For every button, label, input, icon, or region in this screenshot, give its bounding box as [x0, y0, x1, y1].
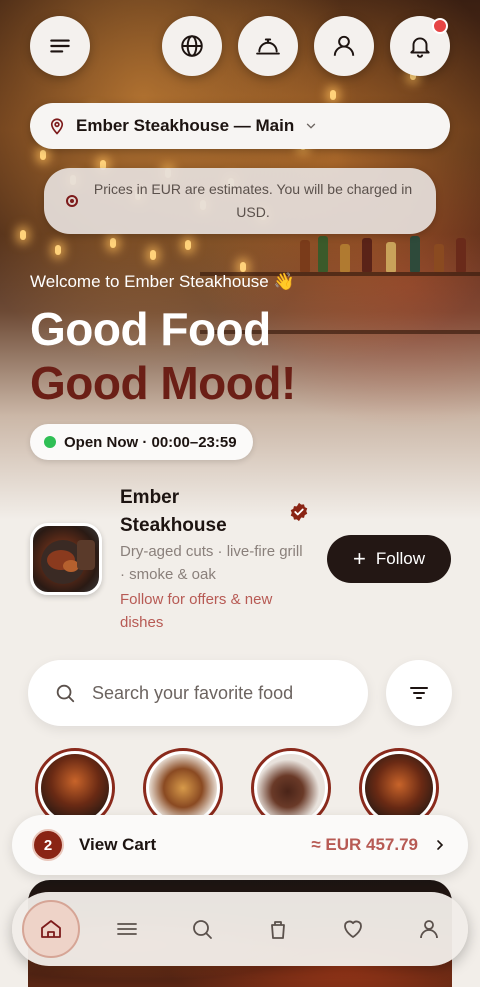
- view-cart-label: View Cart: [79, 835, 157, 854]
- location-selector[interactable]: Ember Steakhouse — Main: [30, 103, 450, 149]
- menu-button[interactable]: [30, 16, 90, 76]
- follow-label: Follow: [375, 549, 425, 568]
- heart-icon: [344, 920, 363, 938]
- location-pin-icon: [50, 118, 64, 135]
- open-status-dot: [44, 436, 56, 448]
- currency-notice-text: Prices in EUR are estimates. You will be…: [93, 181, 413, 220]
- restaurant-description: Dry-aged cuts · live-fire grill · smoke …: [120, 543, 303, 583]
- search-input[interactable]: Search your favorite food: [28, 660, 368, 726]
- view-cart-bar[interactable]: 2 View Cart ≈ EUR 457.79: [12, 815, 468, 875]
- nav-profile[interactable]: [400, 900, 458, 958]
- account-button[interactable]: [314, 16, 374, 76]
- info-dot-icon: [66, 195, 78, 207]
- nav-favorites[interactable]: [324, 900, 382, 958]
- bottom-navigation: [12, 892, 468, 966]
- verified-badge-icon: [290, 502, 308, 522]
- open-hours-text: Open Now · 00:00–23:59: [64, 433, 237, 451]
- follow-button[interactable]: + Follow: [327, 535, 451, 583]
- filter-button[interactable]: [386, 660, 452, 726]
- search-icon: [193, 920, 213, 939]
- user-icon: [420, 920, 438, 939]
- category-steak-fries-image: [149, 754, 217, 822]
- category-grill-image: [41, 754, 109, 822]
- chevron-down-icon: [307, 123, 316, 129]
- welcome-text: Welcome to Ember Steakhouse 👋: [30, 272, 295, 291]
- user-icon: [333, 35, 355, 56]
- chevron-right-icon: [437, 840, 444, 850]
- service-button[interactable]: [238, 16, 298, 76]
- nav-menu[interactable]: [98, 900, 156, 958]
- category-bbq-image: [365, 754, 433, 822]
- headline-line-2: Good Mood!: [30, 357, 296, 409]
- headline-line-1: Good Food: [30, 303, 271, 355]
- notifications-button[interactable]: [390, 16, 450, 76]
- menu-icon: [50, 39, 70, 53]
- bag-icon: [270, 921, 285, 939]
- globe-icon: [181, 35, 203, 57]
- nav-home[interactable]: [22, 900, 80, 958]
- category-dessert-image: [257, 754, 325, 822]
- nav-search[interactable]: [173, 900, 231, 958]
- open-hours-badge: Open Now · 00:00–23:59: [30, 424, 253, 460]
- bell-icon: [410, 37, 430, 58]
- filter-icon: [410, 687, 428, 699]
- restaurant-offer-text: Follow for offers & new dishes: [120, 591, 273, 631]
- restaurant-name: Ember Steakhouse: [120, 487, 227, 536]
- currency-notice: Prices in EUR are estimates. You will be…: [44, 168, 436, 234]
- cart-count-badge: 2: [32, 829, 64, 861]
- language-button[interactable]: [162, 16, 222, 76]
- search-icon: [56, 684, 75, 703]
- restaurant-thumbnail: [30, 523, 102, 595]
- service-bell-icon: [256, 38, 280, 55]
- plus-icon: +: [353, 546, 366, 571]
- location-name: Ember Steakhouse — Main: [76, 116, 295, 135]
- nav-orders[interactable]: [249, 900, 307, 958]
- notification-badge: [432, 18, 448, 34]
- search-placeholder: Search your favorite food: [92, 682, 294, 703]
- cart-total: ≈ EUR 457.79: [311, 835, 418, 854]
- list-icon: [116, 923, 137, 935]
- home-icon: [41, 920, 61, 938]
